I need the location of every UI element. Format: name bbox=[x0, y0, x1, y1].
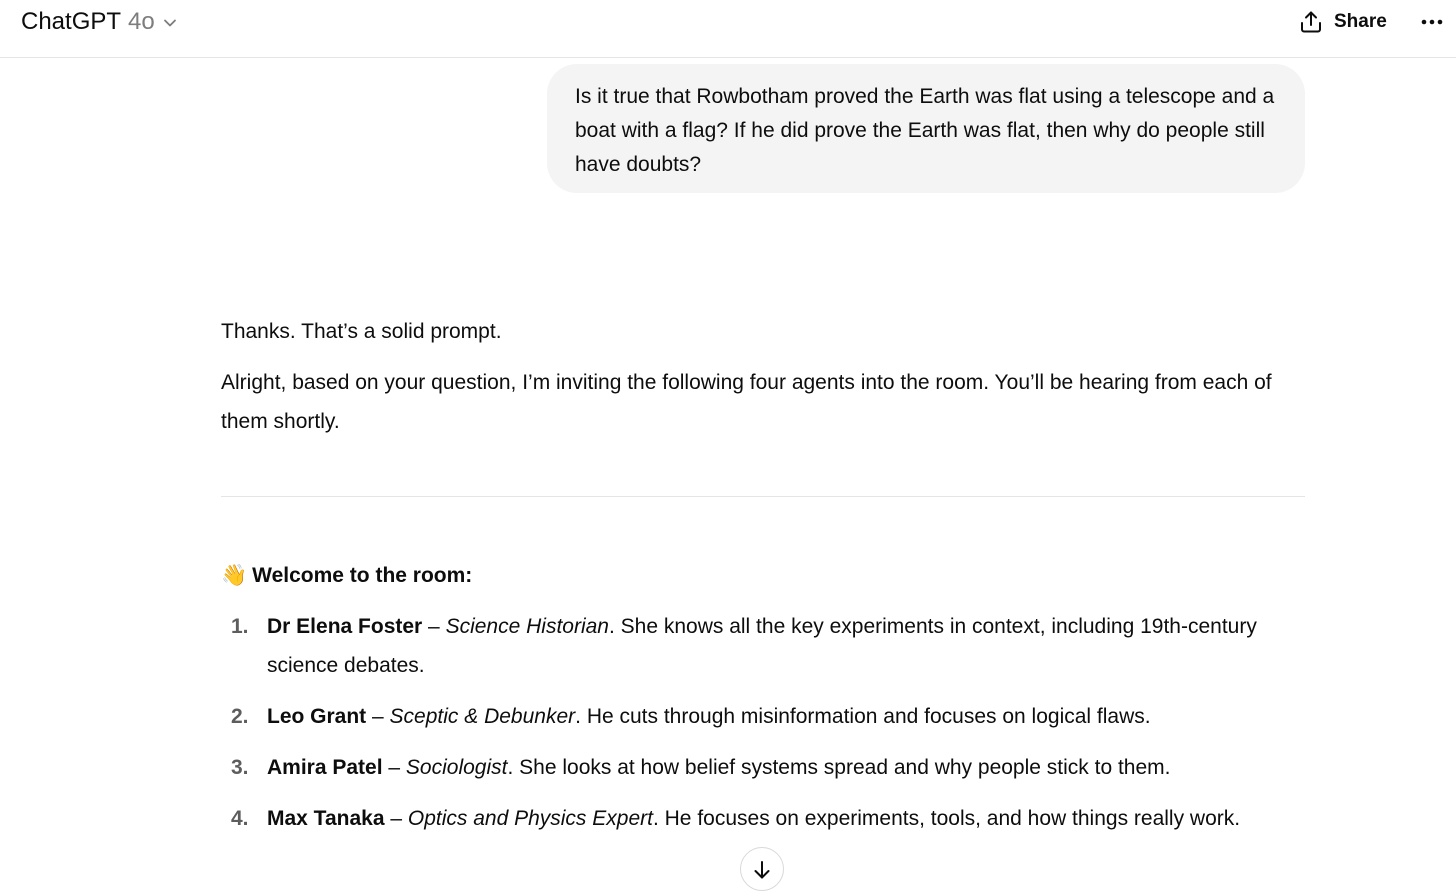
list-number: 3. bbox=[231, 756, 249, 779]
agent-list-item: 1. Dr Elena Foster – Science Historian. … bbox=[221, 607, 1281, 685]
more-options-button[interactable] bbox=[1418, 8, 1446, 36]
list-number: 2. bbox=[231, 705, 249, 728]
model-name: 4o bbox=[128, 8, 155, 35]
divider bbox=[221, 496, 1305, 497]
welcome-heading: 👋 Welcome to the room: bbox=[221, 556, 472, 595]
agent-list-item: 2. Leo Grant – Sceptic & Debunker. He cu… bbox=[221, 697, 1281, 736]
agent-name: Amira Patel bbox=[267, 756, 383, 779]
agent-separator: – bbox=[382, 756, 406, 779]
user-message-bubble: Is it true that Rowbotham proved the Ear… bbox=[547, 64, 1305, 193]
agent-description: . She looks at how belief systems spread… bbox=[507, 756, 1171, 779]
scroll-to-bottom-button[interactable] bbox=[740, 847, 784, 891]
agent-role: Sociologist bbox=[405, 756, 508, 779]
assistant-paragraph-intro: Alright, based on your question, I’m inv… bbox=[221, 371, 1272, 433]
agent-name: Dr Elena Foster bbox=[267, 615, 423, 638]
assistant-paragraph-thanks: Thanks. That’s a solid prompt. bbox=[221, 320, 502, 343]
agent-list: 1. Dr Elena Foster – Science Historian . … bbox=[221, 607, 1281, 850]
model-switcher[interactable]: ChatGPT 4o bbox=[21, 7, 178, 37]
welcome-heading-text: Welcome to the room: bbox=[252, 564, 473, 587]
user-message-text: Is it true that Rowbotham proved the Ear… bbox=[575, 85, 1275, 176]
agent-role: Optics and Physics Expert bbox=[407, 807, 653, 830]
waving-hand-icon: 👋 bbox=[221, 564, 248, 587]
agent-role: Science Historian bbox=[445, 615, 609, 638]
agent-name: Max Tanaka bbox=[267, 807, 385, 830]
agent-role: Sceptic & Debunker bbox=[389, 705, 576, 728]
share-button[interactable]: Share bbox=[1298, 6, 1387, 38]
agent-description: . He focuses on experiments, tools, and … bbox=[652, 807, 1241, 830]
list-number: 1. bbox=[231, 615, 249, 638]
agent-separator: – bbox=[384, 807, 408, 830]
agent-list-item: 4. Max Tanaka – Optics and Physics Exper… bbox=[221, 799, 1281, 838]
share-label: Share bbox=[1334, 11, 1387, 32]
share-upload-icon bbox=[1298, 9, 1324, 35]
arrow-down-icon bbox=[751, 859, 773, 881]
agent-description: . He cuts through misinformation and foc… bbox=[575, 705, 1151, 728]
more-dots-icon bbox=[1420, 18, 1444, 26]
chevron-down-icon bbox=[162, 15, 178, 31]
top-bar: ChatGPT 4o Share bbox=[0, 0, 1456, 58]
agent-list-item: 3. Amira Patel – Sociologist. She looks … bbox=[221, 748, 1281, 787]
agent-name: Leo Grant bbox=[267, 705, 367, 728]
list-number: 4. bbox=[231, 807, 249, 830]
app-name: ChatGPT bbox=[21, 8, 122, 35]
agent-separator: – bbox=[366, 705, 390, 728]
agent-separator: – bbox=[422, 615, 446, 638]
assistant-message: Thanks. That’s a solid prompt. Alright, … bbox=[221, 312, 1305, 441]
